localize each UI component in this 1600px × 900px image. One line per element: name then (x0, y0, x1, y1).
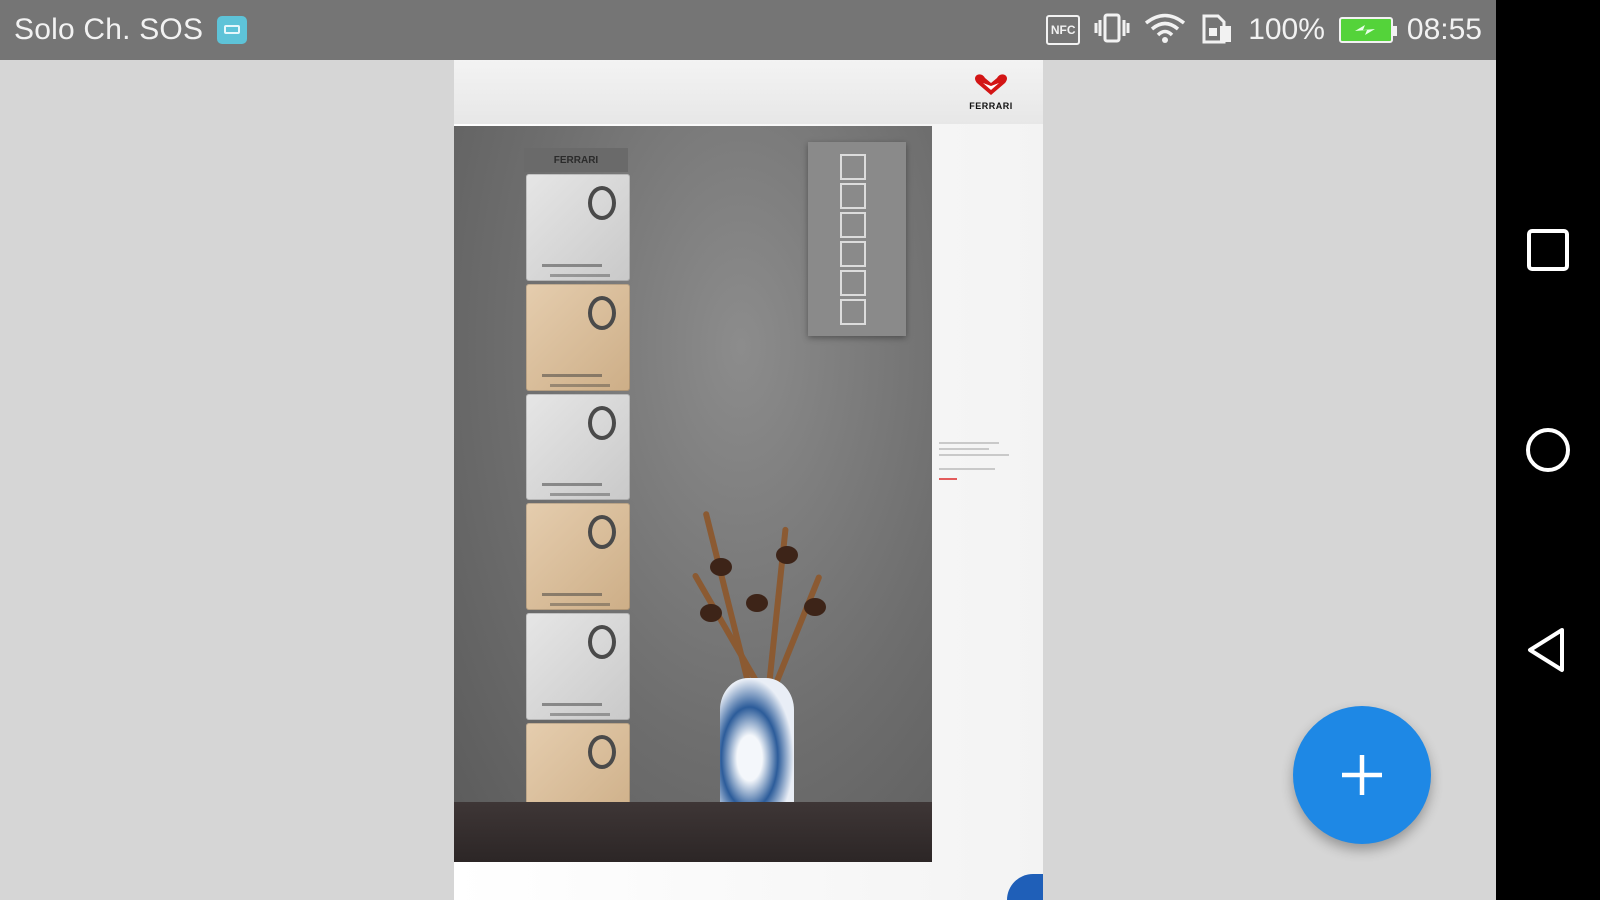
status-icons: NFC 100% 08:55 (1046, 12, 1482, 49)
sim-card-icon (1200, 12, 1234, 49)
nfc-icon: NFC (1046, 15, 1081, 45)
navigation-bar (1496, 0, 1600, 900)
home-icon (1526, 428, 1570, 472)
brand-logo: FERRARI (961, 74, 1021, 111)
battery-charging-icon (1338, 17, 1397, 43)
status-bar: Solo Ch. SOS NFC 100% 08:55 (0, 0, 1496, 60)
brand-name: FERRARI (969, 101, 1013, 111)
plus-icon (1342, 755, 1382, 795)
plaque (526, 613, 630, 721)
vibrate-icon (1094, 12, 1130, 49)
recent-apps-icon (1527, 229, 1569, 271)
catalog-page: FERRARI FERRARI (454, 60, 1043, 900)
back-button[interactable] (1522, 624, 1574, 676)
memorial-plaque-column (526, 174, 630, 830)
home-button[interactable] (1522, 424, 1574, 476)
plaque (526, 393, 630, 501)
battery-percent: 100% (1248, 13, 1325, 46)
product-photo: FERRARI (454, 126, 932, 862)
photo-frame (808, 142, 906, 336)
plaque (526, 503, 630, 611)
plaque (526, 283, 630, 391)
brand-heart-icon (975, 74, 1007, 95)
product-description (939, 438, 1019, 480)
plaque (526, 174, 630, 281)
clock: 08:55 (1406, 13, 1482, 46)
carrier-name: Solo Ch. SOS (14, 13, 204, 46)
recent-apps-button[interactable] (1522, 224, 1574, 276)
floor (454, 802, 932, 862)
notification-icon (217, 16, 248, 44)
page-corner-tab (1007, 874, 1043, 900)
page-header: FERRARI (454, 60, 1043, 124)
back-icon (1528, 628, 1564, 672)
wifi-icon (1144, 12, 1186, 49)
add-button[interactable] (1293, 706, 1431, 844)
photo-brand-label: FERRARI (524, 148, 628, 172)
